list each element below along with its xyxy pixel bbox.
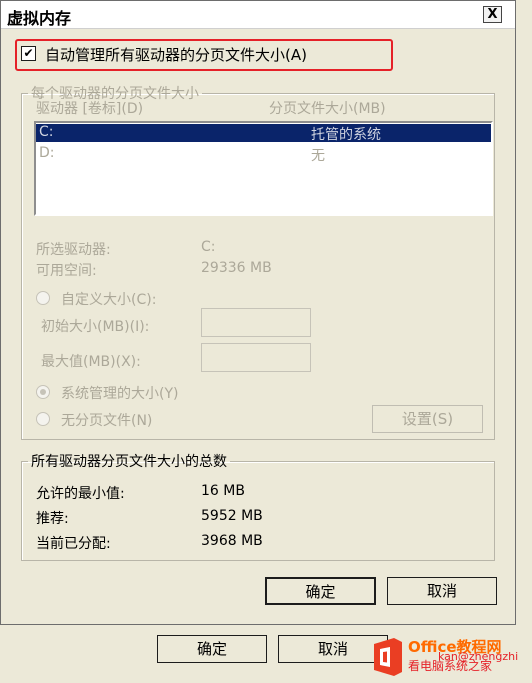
- column-size-header: 分页文件大小(MB): [269, 101, 386, 117]
- office-logo-icon: [374, 638, 402, 676]
- min-allowed-value: 16 MB: [201, 483, 245, 499]
- initial-size-input[interactable]: [201, 308, 311, 337]
- free-space-value: 29336 MB: [201, 260, 272, 276]
- set-button[interactable]: 设置(S): [372, 405, 483, 433]
- ok-button[interactable]: 确定: [265, 577, 376, 605]
- selected-drive-label: 所选驱动器:: [36, 242, 111, 258]
- highlight-box: [15, 39, 393, 71]
- watermark-subtitle: 看电脑系统之家: [408, 659, 493, 673]
- selected-drive-value: C:: [201, 239, 216, 255]
- custom-size-label[interactable]: 自定义大小(C):: [61, 289, 156, 309]
- drive-letter: C:: [39, 124, 54, 140]
- initial-size-label: 初始大小(MB)(I):: [41, 319, 150, 335]
- column-drive-header: 驱动器 [卷标](D): [36, 101, 144, 117]
- allocated-label: 当前已分配:: [36, 536, 111, 552]
- recommended-value: 5952 MB: [201, 508, 263, 524]
- virtual-memory-dialog: 虚拟内存 X ✔ 自动管理所有驱动器的分页文件大小(A) 每个驱动器的分页文件大…: [0, 0, 516, 625]
- custom-size-radio[interactable]: [36, 291, 50, 305]
- drive-list[interactable]: C: 托管的系统 D: 无: [34, 121, 493, 216]
- max-size-input[interactable]: [201, 343, 311, 372]
- drive-row-c[interactable]: C: 托管的系统: [36, 124, 491, 143]
- close-icon[interactable]: X: [483, 6, 502, 23]
- totals-legend: 所有驱动器分页文件大小的总数: [31, 454, 227, 470]
- free-space-label: 可用空间:: [36, 263, 97, 279]
- system-managed-label[interactable]: 系统管理的大小(Y): [61, 383, 178, 403]
- background-ok-button[interactable]: 确定: [157, 635, 267, 663]
- allocated-value: 3968 MB: [201, 533, 263, 549]
- title-bar: 虚拟内存 X: [1, 1, 515, 29]
- max-size-label: 最大值(MB)(X):: [41, 354, 141, 370]
- drive-size: 无: [311, 148, 325, 164]
- recommended-label: 推荐:: [36, 511, 69, 527]
- dialog-title: 虚拟内存: [7, 9, 72, 28]
- watermark: Office教程网 kan@zhengzhi 看电脑系统之家: [368, 632, 532, 683]
- drive-row-d[interactable]: D: 无: [36, 145, 491, 164]
- drive-letter: D:: [39, 145, 55, 161]
- system-managed-radio[interactable]: [36, 385, 50, 399]
- cancel-button[interactable]: 取消: [387, 577, 497, 605]
- min-allowed-label: 允许的最小值:: [36, 486, 125, 502]
- no-paging-radio[interactable]: [36, 412, 50, 426]
- no-paging-label[interactable]: 无分页文件(N): [61, 410, 152, 430]
- drive-size: 托管的系统: [311, 127, 381, 143]
